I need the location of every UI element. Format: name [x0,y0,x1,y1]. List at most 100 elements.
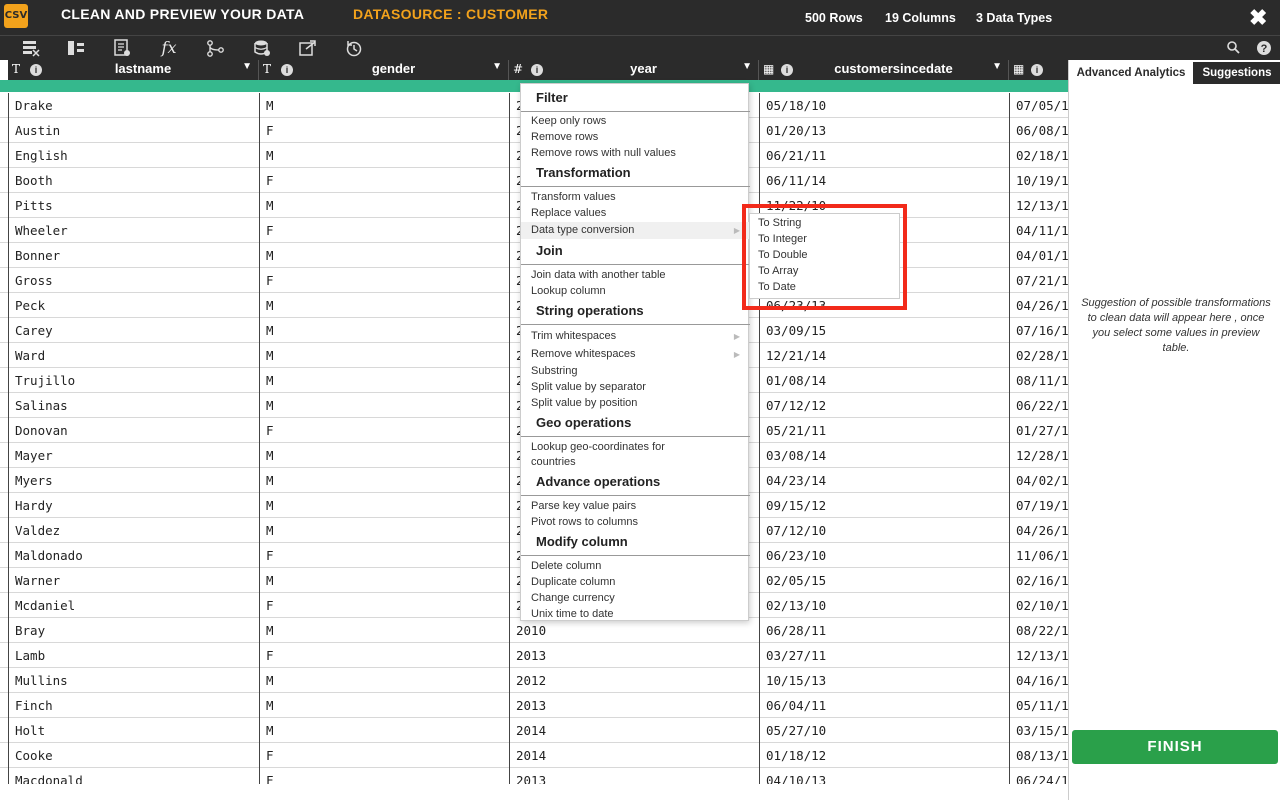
table-cell[interactable]: 08/13/1 [1009,743,1068,768]
table-cell[interactable]: Valdez [8,518,259,543]
table-cell[interactable]: Holt [8,718,259,743]
table-cell[interactable]: M [259,193,509,218]
table-cell[interactable]: Mayer [8,443,259,468]
menu-item[interactable]: Trim whitespaces [531,330,616,343]
table-cell[interactable]: Wheeler [8,218,259,243]
database-icon[interactable] [252,39,272,57]
chevron-down-icon[interactable]: ▼ [492,61,502,72]
table-cell[interactable]: 06/23/10 [759,543,1009,568]
menu-item[interactable]: Pivot rows to columns [531,516,638,529]
export-icon[interactable] [298,39,318,57]
chevron-down-icon[interactable]: ▼ [242,61,252,72]
table-cell[interactable]: 06/04/11 [759,693,1009,718]
table-cell[interactable]: M [259,693,509,718]
table-cell[interactable]: F [259,543,509,568]
table-cell[interactable]: 02/28/1 [1009,343,1068,368]
table-cell[interactable]: 06/24/1 [1009,768,1068,784]
table-cell[interactable]: 04/02/1 [1009,468,1068,493]
table-cell[interactable]: F [259,118,509,143]
table-cell[interactable]: 10/19/1 [1009,168,1068,193]
columns-icon[interactable] [66,39,86,57]
table-cell[interactable]: 07/21/1 [1009,268,1068,293]
table-cell[interactable]: 05/21/11 [759,418,1009,443]
table-cell[interactable]: Booth [8,168,259,193]
table-row[interactable]: Macdonald F 2013 04/10/13 06/24/1 [0,768,1068,784]
table-cell[interactable]: 03/15/1 [1009,718,1068,743]
table-cell[interactable]: F [259,768,509,784]
function-icon[interactable]: fx [159,39,179,57]
menu-item[interactable]: Split value by position [531,397,637,410]
table-cell[interactable]: 2014 [509,718,759,743]
table-cell[interactable]: 03/09/15 [759,318,1009,343]
table-cell[interactable]: 2014 [509,743,759,768]
table-cell[interactable]: Warner [8,568,259,593]
menu-item[interactable]: Change currency [531,592,615,605]
table-cell[interactable]: 08/11/1 [1009,368,1068,393]
table-cell[interactable]: 04/11/1 [1009,218,1068,243]
table-cell[interactable]: Cooke [8,743,259,768]
table-cell[interactable]: 2010 [509,618,759,643]
table-cell[interactable]: 06/28/11 [759,618,1009,643]
table-cell[interactable]: 12/21/14 [759,343,1009,368]
table-cell[interactable]: M [259,443,509,468]
table-cell[interactable]: M [259,368,509,393]
table-row[interactable]: Holt M 2014 05/27/10 03/15/1 [0,718,1068,743]
table-cell[interactable]: 02/10/1 [1009,593,1068,618]
table-cell[interactable]: Pitts [8,193,259,218]
table-row[interactable]: Lamb F 2013 03/27/11 12/13/1 [0,643,1068,668]
table-cell[interactable]: 05/11/1 [1009,693,1068,718]
table-cell[interactable]: 06/08/1 [1009,118,1068,143]
history-icon[interactable] [344,39,364,57]
table-cell[interactable]: Drake [8,93,259,118]
table-cell[interactable]: M [259,493,509,518]
info-icon[interactable]: i [281,64,293,76]
menu-item[interactable]: Keep only rows [531,115,606,128]
column-header-customersincedate[interactable]: ▦ i customersincedate ▼ [759,60,1009,80]
table-cell[interactable]: 05/18/10 [759,93,1009,118]
table-cell[interactable]: Lamb [8,643,259,668]
table-cell[interactable]: 07/16/1 [1009,318,1068,343]
table-cell[interactable]: 03/27/11 [759,643,1009,668]
menu-item[interactable]: Data type conversion [531,224,634,237]
column-header-next[interactable]: ▦ i [1009,60,1068,80]
menu-item[interactable]: Delete column [531,560,601,573]
table-cell[interactable]: 2012 [509,668,759,693]
menu-item[interactable]: Remove rows [531,131,598,144]
table-cell[interactable]: Ward [8,343,259,368]
table-cell[interactable]: M [259,143,509,168]
menu-item[interactable]: Lookup geo-coordinates for [531,441,665,454]
table-cell[interactable]: Trujillo [8,368,259,393]
help-icon[interactable]: ? [1254,39,1274,57]
table-cell[interactable]: M [259,318,509,343]
table-cell[interactable]: F [259,418,509,443]
search-icon[interactable] [1224,39,1244,57]
column-header-year[interactable]: # i year ▼ [509,60,759,80]
table-cell[interactable]: M [259,93,509,118]
table-cell[interactable]: 10/15/13 [759,668,1009,693]
table-row[interactable]: Mullins M 2012 10/15/13 04/16/1 [0,668,1068,693]
table-cell[interactable]: M [259,243,509,268]
filter-grid-icon[interactable] [21,39,41,57]
menu-item[interactable]: Remove rows with null values [531,147,676,160]
table-cell[interactable]: 02/16/1 [1009,568,1068,593]
table-cell[interactable]: M [259,518,509,543]
table-cell[interactable]: M [259,568,509,593]
table-cell[interactable]: 02/13/10 [759,593,1009,618]
table-cell[interactable]: M [259,468,509,493]
menu-item[interactable]: Replace values [531,207,606,220]
table-cell[interactable]: 07/12/10 [759,518,1009,543]
close-icon[interactable]: ✖ [1249,7,1267,29]
table-cell[interactable]: Bonner [8,243,259,268]
table-cell[interactable]: Donovan [8,418,259,443]
table-cell[interactable]: 07/19/1 [1009,493,1068,518]
chevron-down-icon[interactable]: ▼ [742,61,752,72]
menu-item[interactable]: Duplicate column [531,576,615,589]
table-cell[interactable]: 08/22/1 [1009,618,1068,643]
menu-item[interactable]: Substring [531,365,577,378]
table-cell[interactable]: F [259,593,509,618]
table-cell[interactable]: 01/20/13 [759,118,1009,143]
table-cell[interactable]: Mcdaniel [8,593,259,618]
info-icon[interactable]: i [30,64,42,76]
tab-advanced-analytics[interactable]: Advanced Analytics [1069,62,1193,84]
table-cell[interactable]: 02/18/1 [1009,143,1068,168]
